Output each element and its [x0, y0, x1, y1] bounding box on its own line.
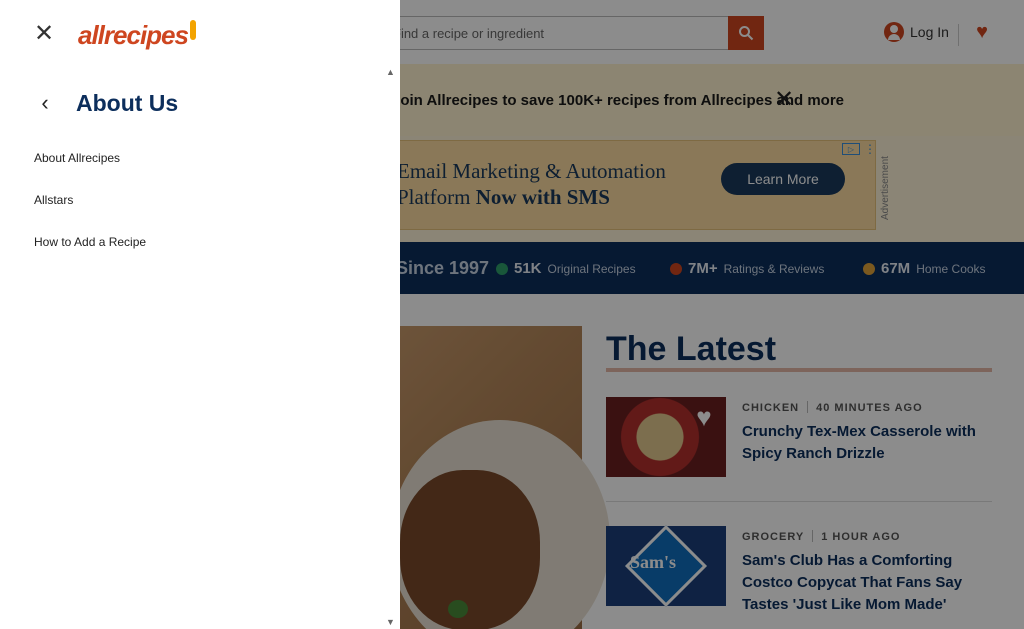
logo-text: allrecipes [78, 19, 189, 50]
scroll-down-arrow[interactable]: ▼ [386, 617, 395, 627]
menu-link-about-allrecipes[interactable]: About Allrecipes [34, 151, 120, 165]
section-title: About Us [76, 90, 179, 116]
spoon-icon [189, 20, 196, 40]
scroll-up-arrow[interactable]: ▲ [386, 67, 395, 77]
menu-link-allstars[interactable]: Allstars [34, 193, 73, 207]
back-button[interactable]: ‹ [34, 92, 56, 114]
menu-link-how-to-add-recipe[interactable]: How to Add a Recipe [34, 235, 146, 249]
chevron-left-icon: ‹ [41, 90, 49, 115]
close-menu-button[interactable]: ✕ [32, 22, 56, 46]
allrecipes-logo[interactable]: allrecipes [78, 16, 202, 54]
close-icon: ✕ [33, 20, 55, 47]
side-menu: ✕ allrecipes ▲ ▼ ‹ About Us About Allrec… [0, 0, 400, 629]
page: Find a recipe or ingredient Log In ♥ Joi… [0, 0, 1024, 629]
